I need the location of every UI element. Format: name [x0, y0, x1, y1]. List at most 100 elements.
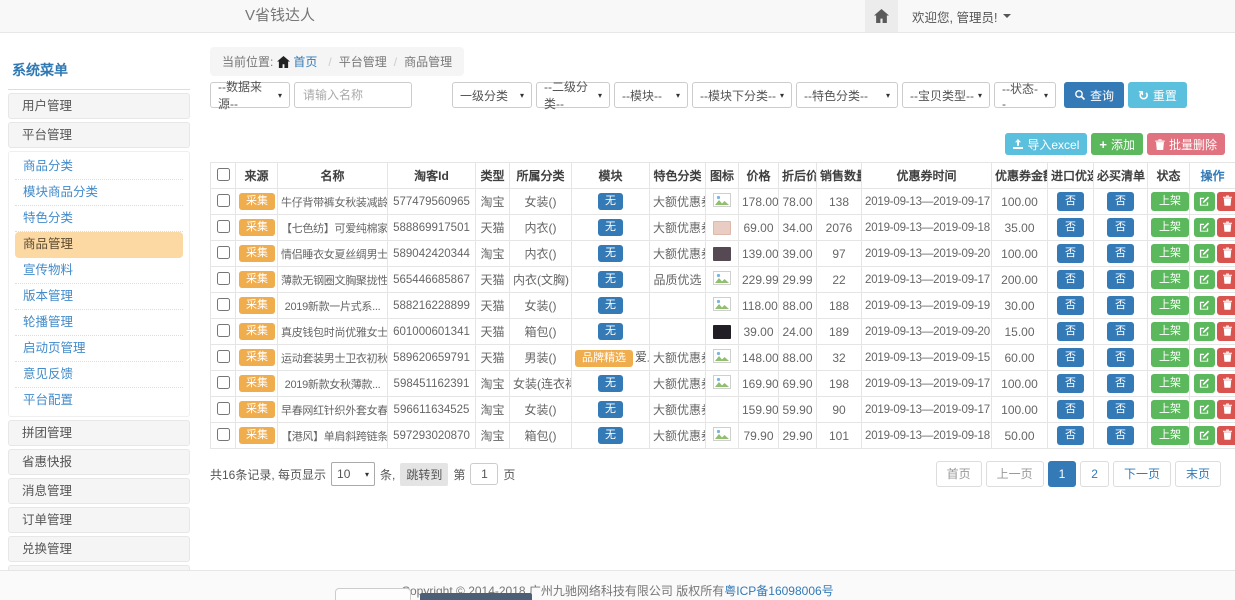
status-button[interactable]: 上架 — [1151, 270, 1189, 289]
user-menu[interactable]: 欢迎您, 管理员! — [912, 7, 1011, 26]
page-button[interactable]: 首页 — [936, 461, 982, 487]
edit-button[interactable] — [1194, 192, 1215, 211]
delete-button[interactable] — [1217, 348, 1235, 367]
edit-button[interactable] — [1194, 374, 1215, 393]
filter-select[interactable]: --特色分类--▾ — [796, 82, 898, 108]
import-toggle-button[interactable]: 否 — [1057, 270, 1084, 289]
sidebar-subitem[interactable]: 模块商品分类 — [15, 180, 183, 206]
row-checkbox[interactable] — [217, 428, 230, 441]
status-button[interactable]: 上架 — [1151, 218, 1189, 237]
query-button[interactable]: 查询 — [1064, 82, 1124, 108]
name-search-input[interactable] — [294, 82, 412, 108]
row-checkbox[interactable] — [217, 298, 230, 311]
icp-link[interactable]: 粤ICP备16098006号 — [724, 584, 833, 598]
status-button[interactable]: 上架 — [1151, 244, 1189, 263]
edit-button[interactable] — [1194, 348, 1215, 367]
page-button[interactable]: 下一页 — [1113, 461, 1171, 487]
delete-button[interactable] — [1217, 192, 1235, 211]
must-buy-toggle-button[interactable]: 否 — [1107, 192, 1134, 211]
row-checkbox[interactable] — [217, 402, 230, 415]
row-checkbox[interactable] — [217, 194, 230, 207]
sidebar-item[interactable]: 消息管理 — [8, 478, 190, 504]
edit-button[interactable] — [1194, 296, 1215, 315]
filter-select[interactable]: --状态--▾ — [994, 82, 1056, 108]
must-buy-toggle-button[interactable]: 否 — [1107, 270, 1134, 289]
sidebar-subitem[interactable]: 意见反馈 — [15, 362, 183, 388]
status-button[interactable]: 上架 — [1151, 322, 1189, 341]
import-toggle-button[interactable]: 否 — [1057, 374, 1084, 393]
page-button[interactable]: 末页 — [1175, 461, 1221, 487]
import-toggle-button[interactable]: 否 — [1057, 426, 1084, 445]
status-button[interactable]: 上架 — [1151, 426, 1189, 445]
select-all-checkbox[interactable] — [217, 168, 230, 181]
row-checkbox[interactable] — [217, 220, 230, 233]
delete-button[interactable] — [1217, 374, 1235, 393]
must-buy-toggle-button[interactable]: 否 — [1107, 322, 1134, 341]
home-button[interactable] — [865, 0, 898, 32]
must-buy-toggle-button[interactable]: 否 — [1107, 400, 1134, 419]
page-button[interactable]: 1 — [1048, 461, 1077, 487]
sidebar-item[interactable]: 拼团管理 — [8, 420, 190, 446]
status-button[interactable]: 上架 — [1151, 192, 1189, 211]
edit-button[interactable] — [1194, 322, 1215, 341]
import-toggle-button[interactable]: 否 — [1057, 218, 1084, 237]
delete-button[interactable] — [1217, 270, 1235, 289]
row-checkbox[interactable] — [217, 350, 230, 363]
delete-button[interactable] — [1217, 426, 1235, 445]
status-button[interactable]: 上架 — [1151, 348, 1189, 367]
row-checkbox[interactable] — [217, 324, 230, 337]
status-button[interactable]: 上架 — [1151, 400, 1189, 419]
edit-button[interactable] — [1194, 426, 1215, 445]
edit-button[interactable] — [1194, 400, 1215, 419]
sidebar-subitem[interactable]: 特色分类 — [15, 206, 183, 232]
sidebar-item[interactable]: 用户管理 — [8, 93, 190, 119]
row-checkbox[interactable] — [217, 376, 230, 389]
import-toggle-button[interactable]: 否 — [1057, 322, 1084, 341]
status-button[interactable]: 上架 — [1151, 296, 1189, 315]
import-excel-button[interactable]: 导入excel — [1005, 133, 1087, 155]
import-toggle-button[interactable]: 否 — [1057, 348, 1084, 367]
delete-button[interactable] — [1217, 400, 1235, 419]
filter-select[interactable]: --数据来源--▾ — [210, 82, 290, 108]
sidebar-subitem[interactable]: 商品分类 — [15, 154, 183, 180]
must-buy-toggle-button[interactable]: 否 — [1107, 218, 1134, 237]
add-button[interactable]: + 添加 — [1091, 133, 1143, 155]
delete-button[interactable] — [1217, 218, 1235, 237]
sidebar-subitem[interactable]: 轮播管理 — [15, 310, 183, 336]
delete-button[interactable] — [1217, 296, 1235, 315]
filter-select[interactable]: --模块下分类--▾ — [692, 82, 792, 108]
must-buy-toggle-button[interactable]: 否 — [1107, 426, 1134, 445]
sidebar-item[interactable]: 平台管理 — [8, 122, 190, 148]
import-toggle-button[interactable]: 否 — [1057, 244, 1084, 263]
must-buy-toggle-button[interactable]: 否 — [1107, 296, 1134, 315]
reset-button[interactable]: ↻ 重置 — [1128, 82, 1187, 108]
sidebar-item[interactable]: 兑换管理 — [8, 536, 190, 562]
sidebar-item[interactable]: 订单管理 — [8, 507, 190, 533]
edit-button[interactable] — [1194, 244, 1215, 263]
filter-select[interactable]: --二级分类--▾ — [536, 82, 610, 108]
sidebar-subitem[interactable]: 版本管理 — [15, 284, 183, 310]
filter-select[interactable]: --模块--▾ — [614, 82, 688, 108]
jump-page-input[interactable] — [470, 463, 498, 485]
row-checkbox[interactable] — [217, 272, 230, 285]
import-toggle-button[interactable]: 否 — [1057, 192, 1084, 211]
batch-delete-button[interactable]: 批量删除 — [1147, 133, 1225, 155]
page-button[interactable]: 上一页 — [986, 461, 1044, 487]
sidebar-subitem[interactable]: 宣传物料 — [15, 258, 183, 284]
sidebar-subitem[interactable]: 启动页管理 — [15, 336, 183, 362]
sidebar-subitem[interactable]: 商品管理 — [15, 232, 183, 258]
delete-button[interactable] — [1217, 244, 1235, 263]
row-checkbox[interactable] — [217, 246, 230, 259]
must-buy-toggle-button[interactable]: 否 — [1107, 374, 1134, 393]
filter-select[interactable]: --宝贝类型--▾ — [902, 82, 990, 108]
breadcrumb-home-link[interactable]: 首页 — [277, 53, 317, 70]
page-button[interactable]: 2 — [1080, 461, 1109, 487]
sidebar-subitem[interactable]: 平台配置 — [15, 388, 183, 414]
page-size-select[interactable]: 10 ▾ — [331, 462, 375, 486]
sidebar-item[interactable]: 省惠快报 — [8, 449, 190, 475]
status-button[interactable]: 上架 — [1151, 374, 1189, 393]
filter-select[interactable]: 一级分类▾ — [452, 82, 532, 108]
import-toggle-button[interactable]: 否 — [1057, 400, 1084, 419]
must-buy-toggle-button[interactable]: 否 — [1107, 348, 1134, 367]
jump-button[interactable]: 跳转到 — [400, 463, 448, 486]
